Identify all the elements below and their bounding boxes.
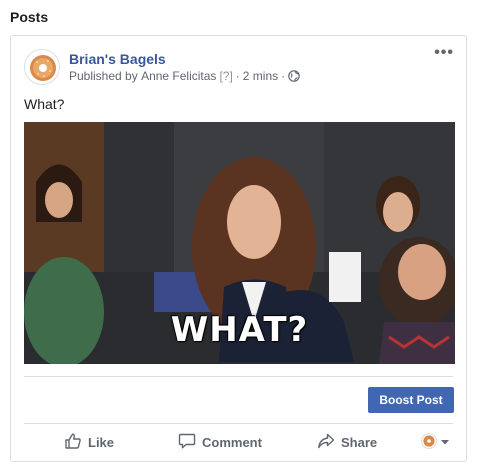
post-media-gif[interactable]: WHAT? bbox=[24, 122, 455, 364]
meta-separator-2: · bbox=[281, 69, 286, 83]
share-arrow-icon bbox=[317, 432, 335, 453]
page-name-link[interactable]: Brian's Bagels bbox=[69, 51, 166, 67]
section-title: Posts bbox=[10, 9, 49, 25]
post-time[interactable]: 2 mins bbox=[243, 69, 278, 83]
chevron-down-icon bbox=[440, 435, 450, 450]
share-button[interactable]: Share bbox=[317, 429, 377, 455]
post-actions: Like Comment Share bbox=[24, 429, 453, 455]
post-text: What? bbox=[24, 96, 65, 112]
page-avatar-mini-icon bbox=[421, 432, 437, 452]
media-caption: WHAT? bbox=[170, 310, 309, 350]
divider bbox=[24, 376, 453, 377]
boost-post-button[interactable]: Boost Post bbox=[368, 387, 454, 413]
post-card: Brian's Bagels Published by Anne Felicit… bbox=[10, 35, 467, 462]
share-label: Share bbox=[341, 434, 378, 450]
comment-icon bbox=[178, 432, 196, 453]
like-label: Like bbox=[88, 434, 115, 450]
globe-icon[interactable] bbox=[288, 70, 300, 82]
page-avatar[interactable] bbox=[24, 49, 60, 85]
more-options-icon[interactable]: ••• bbox=[434, 45, 454, 61]
help-marker[interactable]: [?] bbox=[219, 69, 232, 83]
like-button[interactable]: Like bbox=[64, 429, 114, 455]
divider bbox=[24, 423, 453, 424]
audience-selector[interactable] bbox=[421, 429, 450, 455]
comment-button[interactable]: Comment bbox=[178, 429, 262, 455]
bagel-logo-icon bbox=[25, 50, 59, 84]
thumbs-up-icon bbox=[64, 432, 82, 453]
publisher-name[interactable]: Anne Felicitas bbox=[141, 69, 216, 83]
meta-separator: · bbox=[235, 69, 240, 83]
published-prefix: Published by bbox=[69, 69, 138, 83]
post-meta: Published by Anne Felicitas [?] · 2 mins… bbox=[69, 69, 300, 83]
comment-label: Comment bbox=[202, 434, 262, 450]
